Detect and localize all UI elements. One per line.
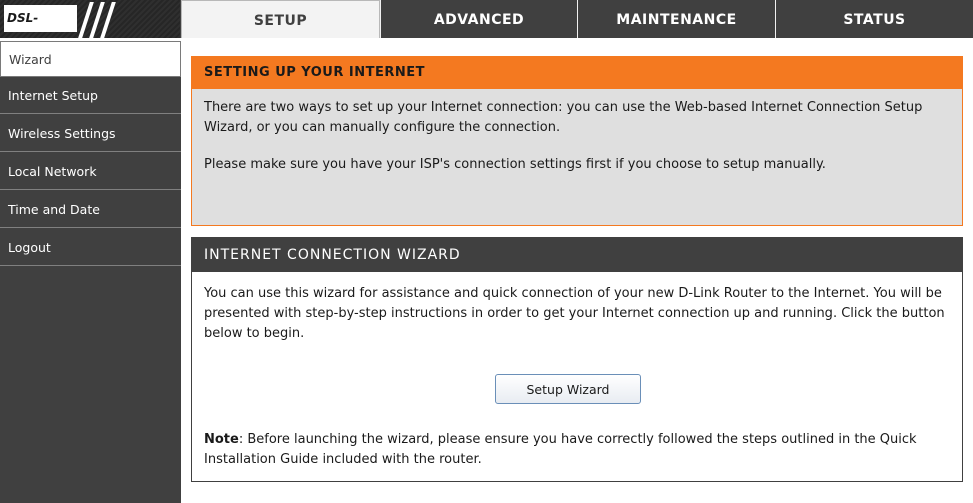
sidebar-item-logout[interactable]: Logout (0, 230, 181, 266)
tab-maintenance[interactable]: MAINTENANCE (577, 0, 775, 38)
note-text: : Before launching the wizard, please en… (204, 432, 917, 467)
wizard-panel-title: INTERNET CONNECTION WIZARD (192, 238, 962, 272)
internet-connection-wizard-panel: INTERNET CONNECTION WIZARD You can use t… (191, 237, 963, 482)
main-content: SETTING UP YOUR INTERNET There are two w… (183, 41, 973, 503)
wizard-description-text: You can use this wizard for assistance a… (204, 286, 945, 341)
tab-setup[interactable]: SETUP (181, 0, 380, 38)
note-label: Note (204, 432, 239, 447)
sidebar-item-wireless-settings[interactable]: Wireless Settings (0, 116, 181, 152)
setting-up-internet-title: SETTING UP YOUR INTERNET (192, 57, 962, 89)
setting-up-internet-panel: SETTING UP YOUR INTERNET There are two w… (191, 56, 963, 226)
sidebar-item-time-and-date[interactable]: Time and Date (0, 192, 181, 228)
isp-settings-text: Please make sure you have your ISP's con… (204, 157, 826, 172)
sidebar: Wizard Internet Setup Wireless Settings … (0, 41, 181, 503)
model-banner: DSL-2740B (0, 0, 180, 38)
top-navigation-bar: DSL-2740B SETUP ADVANCED MAINTENANCE STA… (0, 0, 973, 38)
wizard-note: Note: Before launching the wizard, pleas… (204, 430, 948, 470)
sidebar-item-local-network[interactable]: Local Network (0, 154, 181, 190)
model-name: DSL-2740B (4, 5, 77, 32)
tab-advanced[interactable]: ADVANCED (380, 0, 577, 38)
tab-status[interactable]: STATUS (775, 0, 973, 38)
sidebar-item-internet-setup[interactable]: Internet Setup (0, 78, 181, 114)
sidebar-item-wizard[interactable]: Wizard (0, 41, 181, 77)
setup-methods-text: There are two ways to set up your Intern… (204, 100, 923, 135)
setup-wizard-button[interactable]: Setup Wizard (495, 374, 641, 404)
